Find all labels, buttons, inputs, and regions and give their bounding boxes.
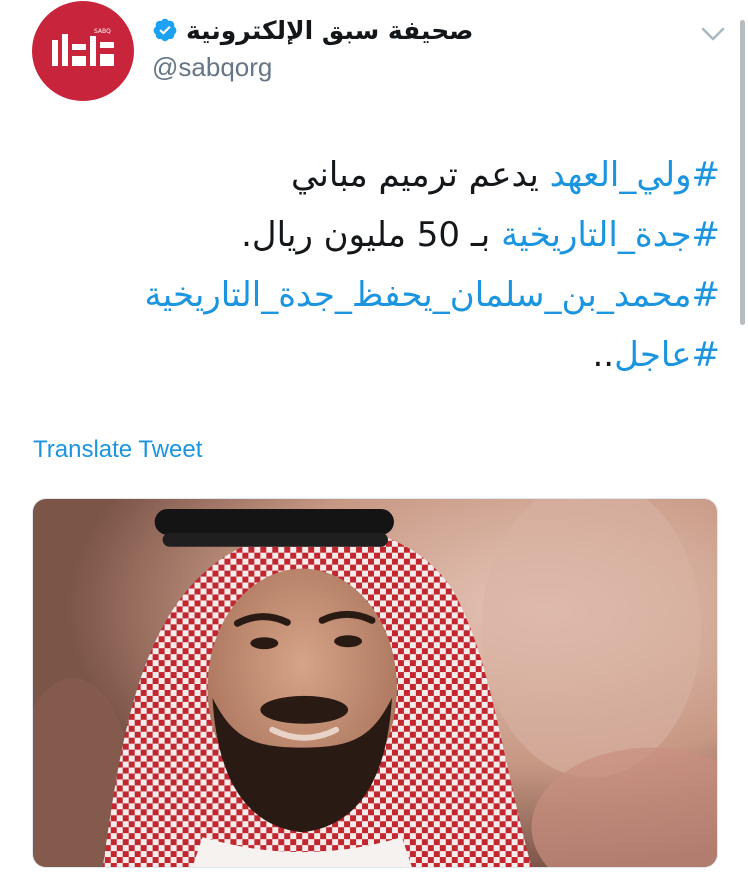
tweet-line: #جدة_التاريخية بـ 50 مليون ريال. [90,205,720,265]
hashtag-link[interactable]: #عاجل [614,335,720,375]
hashtag-link[interactable]: #ولي_العهد [550,155,720,195]
scrollbar[interactable] [740,20,745,325]
avatar[interactable]: SABQ [32,1,134,101]
tweet-line: #محمد_بن_سلمان_يحفظ_جدة_التاريخية [90,265,720,325]
tweet-text-segment: بـ 50 مليون ريال. [241,215,502,255]
tweet-text-segment: .. [592,335,615,375]
tweet-text-segment: يدعم ترميم مباني [291,155,550,195]
verified-badge-icon [153,18,177,42]
display-name[interactable]: صحيفة سبق الإلكترونية [186,16,473,45]
sabq-logo-icon: SABQ [52,28,114,66]
translate-tweet-link[interactable]: Translate Tweet [33,436,202,464]
tweet-card: SABQ صحيفة سبق الإلكترونية @sabqorg #ولي… [0,0,748,893]
author-block: صحيفة سبق الإلكترونية @sabqorg [152,10,492,83]
tweet-line: #عاجل.. [90,325,720,385]
chevron-down-icon[interactable] [700,26,726,42]
hashtag-link[interactable]: #محمد_بن_سلمان_يحفظ_جدة_التاريخية [144,275,720,315]
tweet-photo[interactable] [32,498,718,868]
photo-portrait-icon [33,499,717,867]
user-handle[interactable]: @sabqorg [152,52,492,83]
tweet-text: #ولي_العهد يدعم ترميم مباني #جدة_التاريخي… [90,145,720,385]
hashtag-link[interactable]: #جدة_التاريخية [501,215,720,255]
svg-text:SABQ: SABQ [94,28,111,35]
tweet-line: #ولي_العهد يدعم ترميم مباني [90,145,720,205]
